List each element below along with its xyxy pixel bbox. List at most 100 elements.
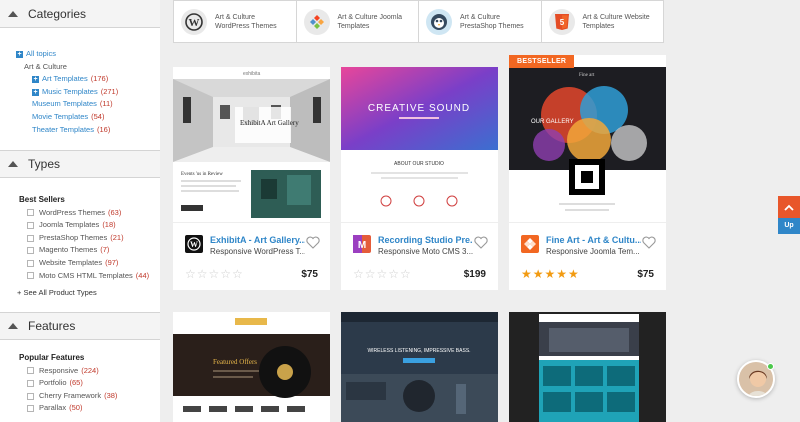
product-card[interactable]: CREATIVE SOUND ABOUT OUR STUDIO M Record… <box>341 67 498 290</box>
product-thumbnail[interactable] <box>509 312 666 422</box>
checkbox[interactable] <box>27 221 34 229</box>
feature-filter[interactable]: Responsive (224) <box>19 365 152 378</box>
product-thumbnail[interactable]: Fine art OUR GALLERY <box>509 55 666 222</box>
thumb-title: OUR GALLERY <box>531 119 574 125</box>
features-panel: Popular Features Responsive (224) Portfol… <box>0 340 160 422</box>
category-item[interactable]: Museum Templates (11) <box>16 98 152 111</box>
product-card[interactable]: WIRELESS LISTENING, IMPRESSIVE BASS. <box>341 312 498 422</box>
popular-features-heading: Popular Features <box>19 353 85 362</box>
product-info: Fine Art - Art & Cultu... Responsive Joo… <box>509 222 666 290</box>
product-price: $75 <box>301 269 318 280</box>
wordpress-logo-icon: W <box>185 235 203 253</box>
see-all-types-link[interactable]: + See All Product Types <box>17 287 152 300</box>
type-filter[interactable]: Website Templates (97) <box>19 257 152 270</box>
feature-filter[interactable]: Portfolio (65) <box>19 377 152 390</box>
svg-text:W: W <box>190 240 198 249</box>
category-tile-prestashop[interactable]: Art & Culture PrestaShop Themes <box>419 1 542 42</box>
types-header[interactable]: Types <box>0 150 160 178</box>
type-filter[interactable]: Moto CMS HTML Templates (44) <box>19 270 152 283</box>
thumb-title: ExhibitA Art Gallery <box>240 119 299 127</box>
product-card[interactable] <box>509 312 666 422</box>
category-tile-wordpress[interactable]: W Art & Culture WordPress Themes <box>174 1 297 42</box>
product-card[interactable]: Featured Offers <box>173 312 330 422</box>
collapse-caret-icon[interactable] <box>8 323 18 329</box>
category-parent[interactable]: Art & Culture <box>16 61 152 74</box>
html5-icon: 5 <box>548 8 575 35</box>
product-thumbnail[interactable]: WIRELESS LISTENING, IMPRESSIVE BASS. <box>341 312 498 422</box>
type-filter[interactable]: Joomla Templates (18) <box>19 219 152 232</box>
product-description: Responsive WordPress T... <box>210 247 305 256</box>
collapse-caret-icon[interactable] <box>8 161 18 167</box>
category-item[interactable]: + Music Templates (271) <box>16 86 152 99</box>
sidebar: Categories + All topics Art & Culture + … <box>0 0 160 422</box>
category-item[interactable]: Theater Templates (16) <box>16 124 152 137</box>
heart-icon[interactable] <box>642 236 656 254</box>
chevron-up-icon[interactable] <box>778 196 800 218</box>
product-price: $75 <box>637 269 654 280</box>
categories-title: Categories <box>28 6 87 21</box>
wordpress-icon: W <box>181 8 207 35</box>
product-card[interactable]: BESTSELLER Fine art OUR GALLERY Fine Art… <box>509 55 666 290</box>
category-item[interactable]: + Art Templates (176) <box>16 73 152 86</box>
feature-filter[interactable]: Cherry Framework (38) <box>19 390 152 403</box>
category-tiles: W Art & Culture WordPress Themes Art & Cu… <box>173 0 664 43</box>
collapse-caret-icon[interactable] <box>8 10 18 17</box>
features-title: Features <box>28 319 76 333</box>
online-status-indicator <box>767 363 774 370</box>
checkbox[interactable] <box>27 379 34 387</box>
product-description: Responsive Joomla Tem... <box>546 247 640 256</box>
prestashop-icon <box>426 8 452 35</box>
rating-stars: ☆☆☆☆☆ <box>353 267 412 281</box>
svg-text:Events 'us in Review: Events 'us in Review <box>181 172 223 177</box>
category-item[interactable]: Movie Templates (54) <box>16 111 152 124</box>
checkbox[interactable] <box>27 367 34 375</box>
checkbox[interactable] <box>27 247 34 255</box>
product-price: $199 <box>463 269 486 280</box>
svg-text:M: M <box>358 240 366 251</box>
product-name[interactable]: Recording Studio Pre... <box>378 235 473 245</box>
categories-header[interactable]: Categories <box>0 0 160 28</box>
type-filter[interactable]: Magento Themes (7) <box>19 244 152 257</box>
checkbox[interactable] <box>27 259 34 267</box>
type-filter[interactable]: WordPress Themes (63) <box>19 207 152 220</box>
checkbox[interactable] <box>27 234 34 242</box>
product-thumbnail[interactable]: Featured Offers <box>173 312 330 422</box>
motocms-logo-icon: M <box>353 235 371 253</box>
product-card[interactable]: exhibita ExhibitA Art Gallery Events 'us… <box>173 67 330 290</box>
expand-icon[interactable]: + <box>16 50 23 58</box>
thumb-title: Featured Offers <box>213 358 257 366</box>
categories-panel: + All topics Art & Culture + Art Templat… <box>0 28 160 150</box>
svg-text:Fine art: Fine art <box>579 73 595 78</box>
checkbox[interactable] <box>27 405 34 413</box>
category-tile-html5[interactable]: 5 Art & Culture Website Templates <box>542 1 664 42</box>
product-name[interactable]: Fine Art - Art & Cultu... <box>546 235 641 245</box>
product-name[interactable]: ExhibitA - Art Gallery... <box>210 235 305 245</box>
types-title: Types <box>28 157 61 171</box>
expand-icon[interactable]: + <box>32 75 39 83</box>
joomla-icon <box>303 8 330 35</box>
svg-text:exhibita: exhibita <box>243 71 260 77</box>
svg-text:5: 5 <box>559 18 564 27</box>
checkbox[interactable] <box>27 272 34 280</box>
rating-stars: ★★★★★ <box>521 267 580 281</box>
heart-icon[interactable] <box>474 236 488 254</box>
joomla-logo-icon <box>521 235 539 253</box>
rating-stars: ☆☆☆☆☆ <box>185 267 244 281</box>
heart-icon[interactable] <box>306 236 320 254</box>
scroll-up-label[interactable]: Up <box>778 218 800 234</box>
features-header[interactable]: Features <box>0 312 160 340</box>
svg-text:W: W <box>189 17 200 29</box>
expand-icon[interactable]: + <box>32 88 39 96</box>
scroll-up-button[interactable]: Up <box>778 196 800 234</box>
all-topics-link[interactable]: + All topics <box>16 48 152 61</box>
product-info: M Recording Studio Pre... Responsive Mot… <box>341 222 498 290</box>
product-info: W ExhibitA - Art Gallery... Responsive W… <box>173 222 330 290</box>
category-tile-joomla[interactable]: Art & Culture Joomla Templates <box>297 1 419 42</box>
checkbox[interactable] <box>27 392 34 400</box>
thumb-title: WIRELESS LISTENING, IMPRESSIVE BASS. <box>367 348 470 354</box>
feature-filter[interactable]: Parallax (50) <box>19 402 152 415</box>
product-thumbnail[interactable]: exhibita ExhibitA Art Gallery Events 'us… <box>173 67 330 222</box>
type-filter[interactable]: PrestaShop Themes (21) <box>19 232 152 245</box>
checkbox[interactable] <box>27 209 34 217</box>
product-thumbnail[interactable]: CREATIVE SOUND ABOUT OUR STUDIO <box>341 67 498 222</box>
